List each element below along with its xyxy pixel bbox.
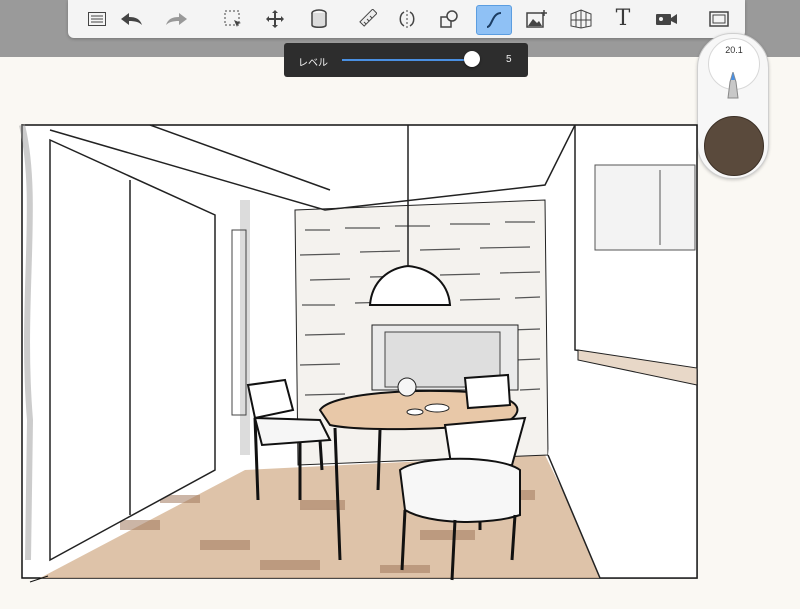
toolbar: T (68, 0, 745, 38)
curve-stroke-icon[interactable] (476, 5, 512, 35)
selection-icon[interactable] (216, 5, 250, 33)
interior-sketch (19, 124, 698, 583)
drawing-canvas[interactable] (0, 57, 800, 609)
move-transform-icon[interactable] (258, 5, 292, 33)
list-menu-icon[interactable] (80, 5, 114, 33)
record-video-icon[interactable] (650, 5, 684, 33)
brush-size-value: 20.1 (725, 45, 743, 55)
shapes-icon[interactable] (432, 5, 466, 33)
text-tool-icon[interactable]: T (606, 5, 640, 33)
import-image-icon[interactable] (520, 5, 554, 33)
undo-icon[interactable] (114, 5, 148, 33)
ruler-icon[interactable] (350, 5, 384, 33)
symmetry-icon[interactable] (390, 5, 424, 33)
redo-icon[interactable] (160, 5, 194, 33)
text-tool-label: T (615, 6, 631, 31)
fullscreen-icon[interactable] (702, 5, 736, 33)
fill-bucket-icon[interactable] (302, 5, 336, 33)
perspective-grid-icon[interactable] (564, 5, 598, 33)
